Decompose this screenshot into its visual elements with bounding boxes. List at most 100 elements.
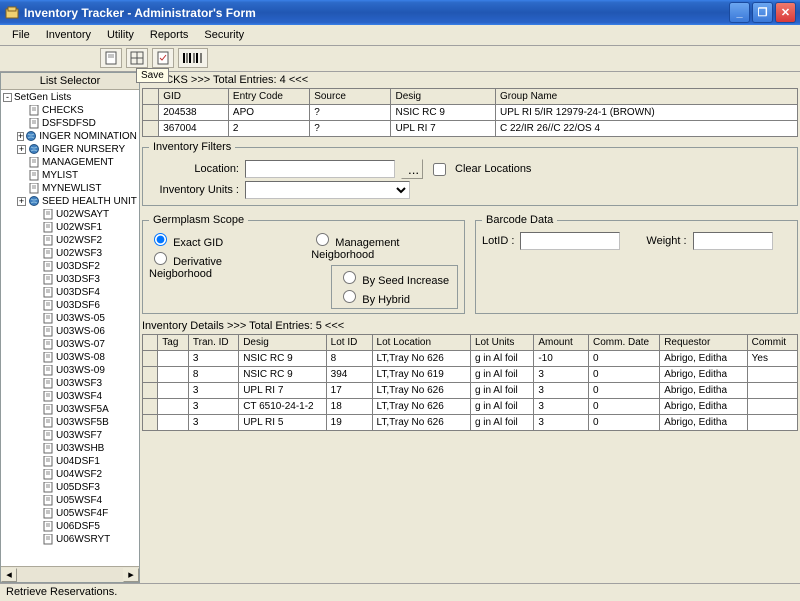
table-row[interactable]: 3NSIC RC 98LT,Tray No 626g in Al foil-10…: [143, 351, 798, 367]
menu-inventory[interactable]: Inventory: [38, 27, 99, 43]
column-header[interactable]: Desig: [239, 335, 326, 351]
tree-item[interactable]: U03WS-06: [3, 325, 137, 338]
column-header[interactable]: Lot Units: [470, 335, 533, 351]
close-button[interactable]: ✕: [775, 2, 796, 23]
document-icon: [42, 522, 54, 532]
tree-item[interactable]: CHECKS: [3, 104, 137, 117]
deriv-radio[interactable]: [154, 252, 167, 265]
hybrid-label: By Hybrid: [362, 294, 410, 306]
expand-icon[interactable]: +: [17, 197, 26, 206]
tree-item[interactable]: MYNEWLIST: [3, 182, 137, 195]
column-header[interactable]: Amount: [534, 335, 589, 351]
tree-item[interactable]: +INGER NOMINATION LI: [3, 130, 137, 143]
tree-item[interactable]: U05DSF3: [3, 481, 137, 494]
table-cell: 3: [534, 367, 589, 383]
scroll-right-icon[interactable]: ▸: [123, 568, 139, 582]
column-header[interactable]: GID: [159, 89, 229, 105]
table-row[interactable]: 3UPL RI 717LT,Tray No 626g in Al foil30A…: [143, 383, 798, 399]
tree-item[interactable]: MANAGEMENT: [3, 156, 137, 169]
exact-gid-radio[interactable]: [154, 233, 167, 246]
tree-item[interactable]: U03WS-09: [3, 364, 137, 377]
tree-root-label: SetGen Lists: [14, 92, 71, 103]
column-header[interactable]: Lot ID: [326, 335, 372, 351]
tree-item[interactable]: U03WS-07: [3, 338, 137, 351]
column-header[interactable]: Tag: [158, 335, 189, 351]
tree-item[interactable]: U03WSF3: [3, 377, 137, 390]
entries-table[interactable]: GIDEntry CodeSourceDesigGroup Name204538…: [142, 88, 798, 137]
tree-item[interactable]: U03WS-05: [3, 312, 137, 325]
column-header[interactable]: Group Name: [496, 89, 798, 105]
column-header[interactable]: Comm. Date: [589, 335, 660, 351]
sidebar-scrollbar[interactable]: ◂ ▸: [1, 566, 139, 582]
tree-item[interactable]: U02WSF1: [3, 221, 137, 234]
tree-item[interactable]: +SEED HEALTH UNIT: [3, 195, 137, 208]
seed-increase-radio[interactable]: [343, 271, 356, 284]
collapse-icon[interactable]: -: [3, 93, 12, 102]
tree-root[interactable]: - SetGen Lists: [3, 92, 137, 103]
table-row[interactable]: 3UPL RI 519LT,Tray No 626g in Al foil30A…: [143, 415, 798, 431]
tree-item[interactable]: U05WSF4F: [3, 507, 137, 520]
table-row[interactable]: 204538APO?NSIC RC 9UPL RI 5/IR 12979-24-…: [143, 105, 798, 121]
expand-icon[interactable]: +: [17, 132, 24, 141]
tree-item-label: U03DSF6: [56, 300, 100, 311]
menu-security[interactable]: Security: [196, 27, 252, 43]
clear-locations-label: Clear Locations: [455, 163, 531, 175]
tree-item[interactable]: U03WSHB: [3, 442, 137, 455]
location-label: Location:: [149, 163, 239, 175]
minimize-button[interactable]: _: [729, 2, 750, 23]
units-select[interactable]: [245, 181, 410, 199]
column-header[interactable]: Commit: [747, 335, 797, 351]
tree-item[interactable]: U03WSF4: [3, 390, 137, 403]
weight-input[interactable]: [693, 232, 773, 250]
column-header[interactable]: Tran. ID: [188, 335, 238, 351]
tree-item[interactable]: DSFSDFSD: [3, 117, 137, 130]
table-row[interactable]: 3670042?UPL RI 7C 22/IR 26//C 22/OS 4: [143, 121, 798, 137]
tree-view[interactable]: - SetGen Lists CHECKSDSFSDFSD+INGER NOMI…: [1, 90, 139, 566]
tree-item[interactable]: U05WSF4: [3, 494, 137, 507]
column-header[interactable]: Source: [310, 89, 391, 105]
menu-utility[interactable]: Utility: [99, 27, 142, 43]
maximize-button[interactable]: ❐: [752, 2, 773, 23]
document-icon: [28, 106, 40, 116]
clear-locations-checkbox[interactable]: [433, 163, 446, 176]
tree-item[interactable]: +INGER NURSERY: [3, 143, 137, 156]
table-row[interactable]: 8NSIC RC 9394LT,Tray No 619g in Al foil3…: [143, 367, 798, 383]
tree-item[interactable]: U04DSF1: [3, 455, 137, 468]
toolbar-button-3[interactable]: [152, 48, 174, 68]
column-header[interactable]: Entry Code: [228, 89, 309, 105]
sidebar-header: List Selector: [1, 73, 139, 90]
column-header[interactable]: Requestor: [660, 335, 747, 351]
tree-item[interactable]: U02WSF3: [3, 247, 137, 260]
toolbar-button-barcode[interactable]: [178, 48, 208, 68]
toolbar-button-1[interactable]: [100, 48, 122, 68]
tree-item[interactable]: U03DSF4: [3, 286, 137, 299]
tree-item[interactable]: MYLIST: [3, 169, 137, 182]
tree-item[interactable]: U03WS-08: [3, 351, 137, 364]
browse-location-button[interactable]: ...: [401, 159, 423, 179]
document-icon: [42, 301, 54, 311]
tree-item[interactable]: U03DSF3: [3, 273, 137, 286]
tree-item[interactable]: U03WSF5B: [3, 416, 137, 429]
scroll-left-icon[interactable]: ◂: [1, 568, 17, 582]
tree-item[interactable]: U02WSF2: [3, 234, 137, 247]
column-header[interactable]: Lot Location: [372, 335, 470, 351]
table-row[interactable]: 3CT 6510-24-1-218LT,Tray No 626g in Al f…: [143, 399, 798, 415]
toolbar-button-2[interactable]: [126, 48, 148, 68]
tree-item[interactable]: U03WSF7: [3, 429, 137, 442]
tree-item[interactable]: U03DSF2: [3, 260, 137, 273]
expand-icon[interactable]: +: [17, 145, 26, 154]
tree-item[interactable]: U02WSAYT: [3, 208, 137, 221]
tree-item[interactable]: U06WSRYT: [3, 533, 137, 546]
location-input[interactable]: [245, 160, 395, 178]
details-table[interactable]: TagTran. IDDesigLot IDLot LocationLot Un…: [142, 334, 798, 431]
lotid-input[interactable]: [520, 232, 620, 250]
tree-item[interactable]: U03DSF6: [3, 299, 137, 312]
mgmt-radio[interactable]: [316, 233, 329, 246]
menu-reports[interactable]: Reports: [142, 27, 197, 43]
hybrid-radio[interactable]: [343, 290, 356, 303]
tree-item[interactable]: U03WSF5A: [3, 403, 137, 416]
menu-file[interactable]: File: [4, 27, 38, 43]
column-header[interactable]: Desig: [391, 89, 496, 105]
tree-item[interactable]: U04WSF2: [3, 468, 137, 481]
tree-item[interactable]: U06DSF5: [3, 520, 137, 533]
